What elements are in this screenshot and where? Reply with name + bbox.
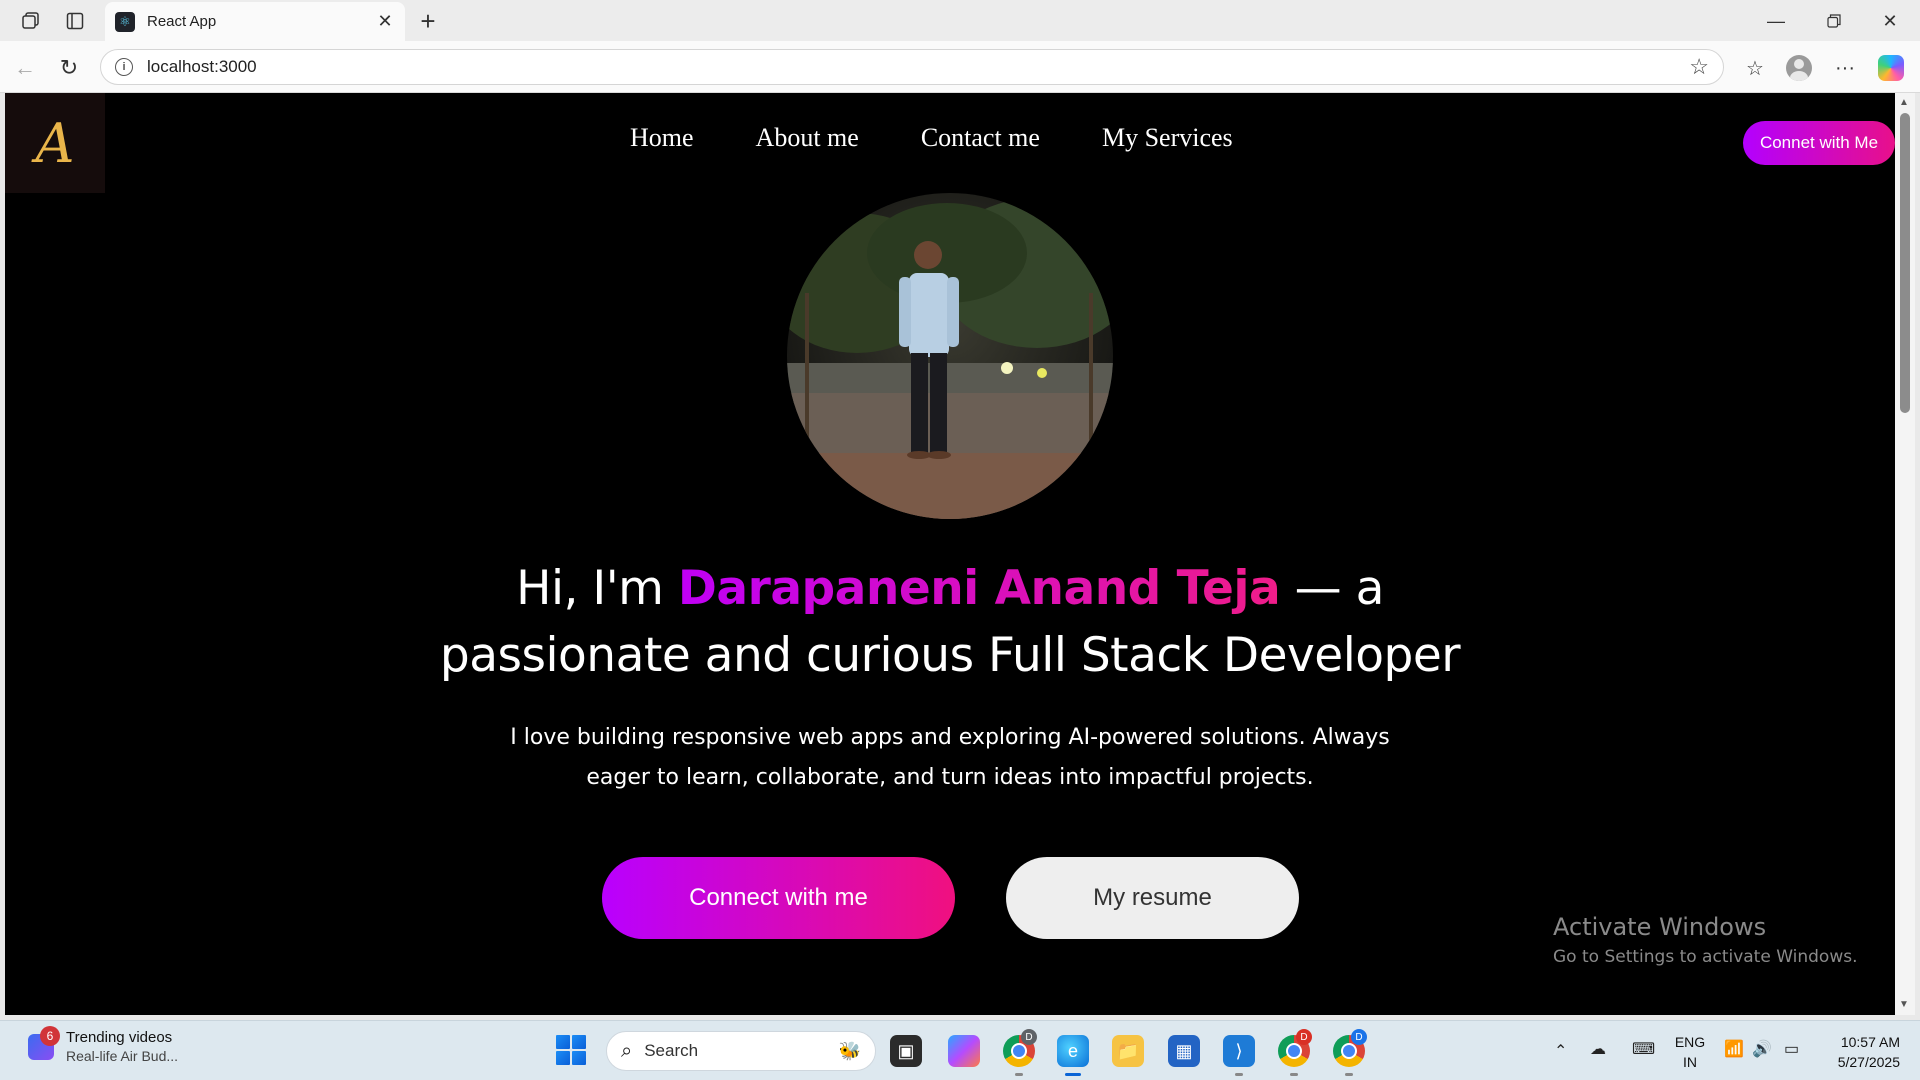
new-tab-button[interactable]: + bbox=[414, 6, 442, 37]
headline-suffix: — a bbox=[1280, 561, 1385, 616]
clock-time: 10:57 AM bbox=[1840, 1034, 1900, 1050]
close-window-icon[interactable]: ✕ bbox=[1870, 8, 1910, 34]
headline-name: Darapaneni Anand Teja bbox=[677, 561, 1281, 616]
lang-top: ENG bbox=[1674, 1034, 1706, 1050]
chrome-profile-badge-3: D bbox=[1351, 1029, 1367, 1045]
start-button[interactable] bbox=[556, 1035, 586, 1065]
info-icon[interactable]: i bbox=[115, 58, 133, 76]
site-nav: Home About me Contact me My Services bbox=[630, 123, 1233, 153]
taskbar: 6 Trending videos Real-life Air Bud... ⌕… bbox=[0, 1020, 1920, 1080]
onedrive-icon[interactable]: ☁ bbox=[1590, 1039, 1606, 1059]
nav-about[interactable]: About me bbox=[756, 123, 859, 153]
vertical-scrollbar[interactable]: ▲ ▼ bbox=[1895, 93, 1915, 1015]
workspaces-icon[interactable] bbox=[18, 8, 44, 34]
activate-windows-watermark: Activate Windows Go to Settings to activ… bbox=[1553, 913, 1858, 967]
news-title: Trending videos bbox=[66, 1029, 173, 1046]
wifi-icon[interactable]: 📶 bbox=[1724, 1039, 1744, 1059]
chrome-icon[interactable]: D bbox=[1003, 1029, 1037, 1076]
site-logo[interactable]: A bbox=[5, 93, 105, 193]
edge-icon[interactable]: e bbox=[1057, 1035, 1089, 1076]
restore-icon[interactable] bbox=[1814, 8, 1854, 34]
search-icon: ⌕ bbox=[621, 1039, 633, 1062]
favorites-icon[interactable]: ☆ bbox=[1740, 53, 1770, 83]
language-indicator[interactable]: ENG IN bbox=[1672, 1032, 1708, 1072]
search-highlight-icon: 🐝 bbox=[838, 1040, 861, 1061]
clock[interactable]: 10:57 AM 5/27/2025 bbox=[1820, 1032, 1900, 1072]
watermark-title: Activate Windows bbox=[1553, 913, 1767, 941]
news-badge: 6 bbox=[40, 1025, 60, 1046]
chrome-icon-3[interactable]: D bbox=[1333, 1029, 1367, 1076]
nav-home[interactable]: Home bbox=[630, 123, 694, 153]
nav-contact[interactable]: Contact me bbox=[921, 123, 1040, 153]
keyboard-icon[interactable]: ⌨ bbox=[1632, 1039, 1655, 1059]
nav-services[interactable]: My Services bbox=[1102, 123, 1233, 153]
resume-button[interactable]: My resume bbox=[1006, 857, 1299, 939]
news-icon: 6 bbox=[28, 1025, 60, 1060]
star-icon[interactable]: ☆ bbox=[1689, 54, 1709, 80]
copilot-icon[interactable] bbox=[1876, 53, 1906, 83]
address-bar: ← ↻ i localhost:3000 ☆ ☆ ··· bbox=[0, 41, 1920, 93]
hero-subtitle: I love building responsive web apps and … bbox=[445, 718, 1455, 798]
battery-icon[interactable]: ▭ bbox=[1784, 1039, 1799, 1059]
chrome-profile-badge-2: D bbox=[1296, 1029, 1312, 1045]
news-widget[interactable]: 6 Trending videos Real-life Air Bud... bbox=[28, 1025, 179, 1064]
search-placeholder: Search bbox=[644, 1041, 699, 1060]
logo-letter: A bbox=[35, 111, 75, 175]
scroll-thumb[interactable] bbox=[1900, 113, 1910, 413]
lang-bottom: IN bbox=[1683, 1054, 1697, 1070]
chrome-profile-badge: D bbox=[1021, 1029, 1037, 1045]
task-view-icon[interactable]: ▣ bbox=[890, 1035, 922, 1067]
hero-headline: Hi, I'm Darapaneni Anand Teja — a passio… bbox=[5, 555, 1895, 689]
taskbar-search[interactable]: ⌕ Search 🐝 bbox=[606, 1031, 876, 1071]
watermark-subtitle: Go to Settings to activate Windows. bbox=[1553, 947, 1858, 967]
tab-title: React App bbox=[147, 13, 217, 30]
refresh-icon[interactable]: ↻ bbox=[54, 53, 84, 83]
subtitle-line1: I love building responsive web apps and … bbox=[510, 725, 1390, 750]
minimize-icon[interactable]: — bbox=[1756, 8, 1796, 34]
profile-photo bbox=[787, 193, 1113, 519]
chevron-up-icon[interactable]: ⌃ bbox=[1554, 1041, 1567, 1061]
chrome-icon-2[interactable]: D bbox=[1278, 1029, 1312, 1076]
news-subtitle: Real-life Air Bud... bbox=[66, 1048, 179, 1064]
scroll-up-icon[interactable]: ▲ bbox=[1899, 97, 1909, 108]
scroll-down-icon[interactable]: ▼ bbox=[1899, 999, 1909, 1010]
clock-date: 5/27/2025 bbox=[1837, 1054, 1900, 1070]
url-text[interactable]: localhost:3000 bbox=[147, 57, 1689, 77]
page-viewport: A Home About me Contact me My Services C… bbox=[5, 93, 1895, 1015]
headline-prefix: Hi, I'm bbox=[516, 561, 678, 616]
tab-strip: ⚛ React App ✕ + — ✕ bbox=[0, 0, 1920, 41]
more-icon[interactable]: ··· bbox=[1830, 53, 1860, 83]
vertical-tabs-icon[interactable] bbox=[62, 8, 88, 34]
url-field[interactable]: i localhost:3000 ☆ bbox=[100, 49, 1724, 85]
file-explorer-icon[interactable]: 📁 bbox=[1112, 1035, 1144, 1067]
header-connect-button[interactable]: Connet with Me bbox=[1743, 121, 1895, 165]
close-tab-icon[interactable]: ✕ bbox=[375, 11, 395, 32]
profile-icon[interactable] bbox=[1784, 53, 1814, 83]
subtitle-line2: eager to learn, collaborate, and turn id… bbox=[586, 765, 1314, 790]
back-arrow-icon[interactable]: ← bbox=[10, 53, 40, 83]
copilot-app-icon[interactable] bbox=[948, 1035, 980, 1067]
vscode-icon[interactable]: ⟩ bbox=[1223, 1035, 1255, 1076]
react-icon: ⚛ bbox=[115, 11, 135, 32]
volume-icon[interactable]: 🔊 bbox=[1752, 1039, 1772, 1059]
connect-button[interactable]: Connect with me bbox=[602, 857, 955, 939]
active-tab[interactable]: ⚛ React App ✕ bbox=[105, 2, 405, 41]
headline-line2: passionate and curious Full Stack Develo… bbox=[439, 628, 1461, 683]
store-icon[interactable]: ▦ bbox=[1168, 1035, 1200, 1067]
